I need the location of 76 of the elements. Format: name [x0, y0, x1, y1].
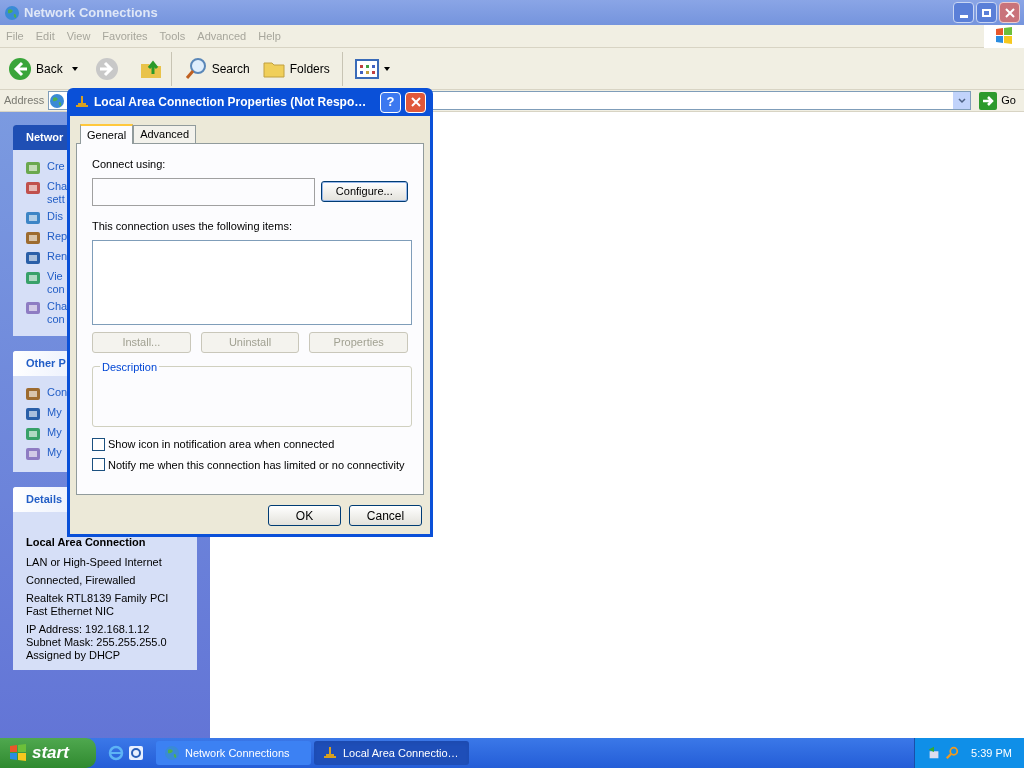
detail-text: LAN or High-Speed Internet [26, 555, 163, 569]
taskbar-button[interactable]: Local Area Connectio… [314, 741, 469, 765]
windows-flag-icon [8, 743, 28, 763]
network-tray-icon[interactable] [927, 745, 941, 761]
task-icon [25, 180, 41, 196]
network-icon [4, 4, 20, 21]
address-label: Address [4, 93, 45, 109]
detail-text: IP Address: 192.168.1.12 [26, 622, 151, 636]
task-icon [25, 230, 41, 246]
configure-button[interactable]: Configure... [320, 181, 408, 202]
tab[interactable]: Advanced [133, 125, 197, 143]
connection-name: Local Area Connection [26, 535, 147, 550]
task-link[interactable]: Vie con [47, 270, 65, 296]
checkbox-label: Notify me when this connection has limited or no connectivity [108, 457, 405, 473]
dropdown-caret-icon[interactable] [70, 64, 79, 73]
dialog-title: Local Area Connection Properties (Not Respo… [94, 94, 367, 111]
checkbox-label: Show icon in notification area when connected [108, 437, 335, 452]
close-icon [409, 96, 422, 108]
task-link[interactable]: My [47, 406, 62, 419]
dialog-button[interactable]: Cancel [349, 505, 422, 526]
clock: 5:39 PM [971, 745, 1012, 761]
go-button[interactable]: Go [975, 91, 1020, 110]
start-button[interactable]: start [0, 738, 96, 768]
close-icon [1003, 6, 1016, 19]
detail-text: Fast Ethernet NIC [26, 604, 116, 618]
task-icon [25, 270, 41, 286]
close-button[interactable] [999, 2, 1020, 23]
task-link[interactable]: Cha sett [47, 180, 68, 206]
task-icon [25, 446, 41, 462]
minimize-button[interactable] [953, 2, 974, 23]
detail-text: Connected, Firewalled [26, 573, 137, 587]
task-icon [25, 160, 41, 176]
task-link[interactable]: Dis [47, 210, 63, 223]
taskbar-button[interactable]: Network Connections [156, 741, 311, 765]
help-button[interactable]: ? [380, 91, 401, 113]
window-title: Network Connections [24, 3, 158, 22]
panel-title[interactable]: Other P [26, 355, 66, 372]
task-link[interactable]: Rep [47, 230, 68, 243]
windows-flag-icon [994, 26, 1014, 46]
checkbox[interactable] [92, 437, 105, 451]
items-label: This connection uses the following items: [92, 218, 293, 234]
detail-text: Subnet Mask: 255.255.255.0 [26, 635, 168, 649]
panel-title[interactable]: Details [26, 491, 63, 508]
detail-text: Assigned by DHCP [26, 648, 122, 662]
dropdown-caret-icon [382, 64, 391, 73]
network-plug-icon [74, 94, 90, 110]
chevron-down-icon [957, 96, 966, 105]
task-icon [25, 300, 41, 316]
task-link[interactable]: Ren [47, 250, 68, 263]
task-link[interactable]: My [47, 446, 62, 459]
connect-using-label: Connect using: [92, 157, 167, 172]
search-button[interactable]: Search [179, 51, 254, 86]
task-link[interactable]: Con [47, 386, 68, 399]
panel-title[interactable]: Networ [26, 129, 64, 146]
search-icon [183, 56, 208, 81]
task-link[interactable]: Cre [47, 160, 65, 173]
task-icon [25, 406, 41, 422]
dialog-button[interactable]: OK [268, 505, 341, 526]
detail-text: Realtek RTL8139 Family PCI [26, 591, 170, 605]
checkbox[interactable] [92, 458, 105, 472]
folders-button[interactable]: Folders [257, 51, 334, 86]
views-grid-icon [354, 58, 379, 79]
restore-button[interactable] [976, 2, 997, 23]
task-icon [25, 250, 41, 266]
network-icon [49, 92, 66, 109]
task-icon [25, 210, 41, 226]
task-link[interactable]: Cha con [47, 300, 68, 326]
network-plug-icon [322, 745, 338, 761]
task-icon [25, 386, 41, 402]
browser-icon[interactable] [108, 745, 124, 761]
task-icon [25, 426, 41, 442]
tab[interactable]: General [80, 124, 134, 144]
dropdown-arrow-button[interactable] [953, 92, 971, 109]
network-icon [164, 745, 180, 761]
back-button[interactable]: Back [4, 51, 67, 86]
task-link[interactable]: My [47, 426, 62, 439]
